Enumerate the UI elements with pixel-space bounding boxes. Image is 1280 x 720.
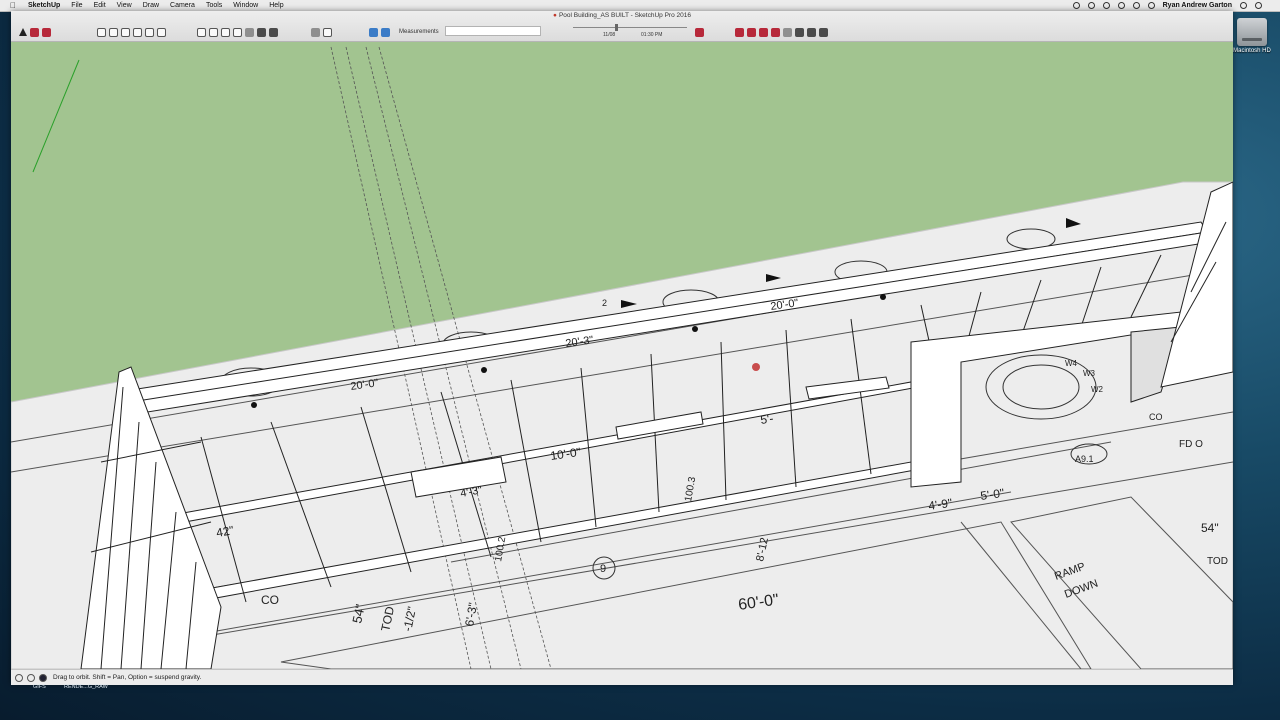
menu-window[interactable]: Window	[233, 2, 258, 9]
hiddenline-style-icon[interactable]	[233, 27, 242, 37]
toolbar-scene-group	[311, 26, 332, 38]
iso-view-icon[interactable]	[97, 27, 106, 37]
add-detail-icon[interactable]	[795, 27, 804, 37]
w2-label: W2	[1091, 385, 1104, 394]
user-name[interactable]: Ryan Andrew Garton	[1163, 2, 1232, 9]
toolbar-select-group	[19, 26, 51, 38]
hard-drive-icon	[1237, 18, 1267, 46]
select-tool-icon[interactable]	[19, 28, 27, 36]
menu-file[interactable]: File	[71, 2, 82, 9]
sandbox-contours-icon[interactable]	[735, 27, 744, 37]
spotlight-icon[interactable]	[1240, 2, 1247, 9]
window-title: ● Pool Building_AS BUILT - SketchUp Pro 2…	[11, 12, 1233, 19]
shaded-style-icon[interactable]	[245, 27, 254, 37]
shadow-time: 01:30 PM	[641, 32, 663, 38]
shadow-date-slider[interactable]	[573, 24, 687, 31]
fdo-label: FD O	[1179, 439, 1203, 450]
timemachine-icon[interactable]	[1102, 2, 1110, 9]
title-bar: ● Pool Building_AS BUILT - SketchUp Pro 2…	[11, 11, 1233, 42]
toolbar-views-group	[97, 26, 166, 38]
desktop-folder-render[interactable]: RENDE...G_RAW	[64, 684, 108, 690]
top-view-icon[interactable]	[109, 27, 118, 37]
menu-edit[interactable]: Edit	[94, 2, 106, 9]
model-canvas[interactable]: 60'-0" 54" 54" TOD -1/2" 6'-3" 100.2 100…	[11, 42, 1233, 669]
measurements-input[interactable]	[445, 26, 541, 36]
menu-app[interactable]: SketchUp	[28, 2, 60, 9]
model-info-icon[interactable]	[311, 27, 320, 37]
right-view-icon[interactable]	[133, 27, 142, 37]
stamp-icon[interactable]	[771, 27, 780, 37]
toolbar-extension-group	[695, 26, 704, 38]
warehouse-icon[interactable]	[819, 27, 828, 37]
a9-label: A9.1	[1075, 454, 1094, 464]
back-view-icon[interactable]	[145, 27, 154, 37]
model-viewport[interactable]: 60'-0" 54" 54" TOD -1/2" 6'-3" 100.2 100…	[11, 42, 1233, 669]
w3-label: W3	[1083, 369, 1096, 378]
xray-style-icon[interactable]	[197, 27, 206, 37]
macintosh-hd-icon[interactable]: Macintosh HD	[1232, 16, 1272, 64]
paint-tool-icon[interactable]	[42, 27, 51, 37]
co-label-b: CO	[1149, 412, 1163, 422]
co-label-a: CO	[261, 593, 279, 607]
measurements-label: Measurements	[399, 29, 439, 35]
backedges-style-icon[interactable]	[209, 27, 218, 37]
status-hint: Drag to orbit. Shift = Pan, Option = sus…	[53, 674, 202, 681]
dropbox-icon[interactable]	[1072, 2, 1080, 9]
extension-warehouse-icon[interactable]	[695, 27, 704, 37]
credits-icon[interactable]	[27, 673, 35, 682]
notifications-icon[interactable]	[1255, 2, 1262, 9]
drive-label: Macintosh HD	[1233, 48, 1271, 54]
toolbar-style-group	[197, 26, 278, 38]
w4-label: W4	[1065, 359, 1078, 368]
wireframe-style-icon[interactable]	[221, 27, 230, 37]
instructor-icon[interactable]	[39, 673, 47, 682]
orbit-cursor-icon	[752, 363, 760, 371]
record-icon[interactable]	[1087, 2, 1095, 9]
document-icon: ●	[553, 12, 557, 19]
battery-icon[interactable]	[1147, 2, 1155, 9]
callout-2: 2	[602, 298, 607, 308]
menu-tools[interactable]: Tools	[206, 2, 222, 9]
toolbar-undo-group	[369, 26, 390, 38]
callout-9: 9	[600, 563, 606, 575]
section-icon[interactable]	[323, 27, 332, 37]
sandbox-scratch-icon[interactable]	[747, 27, 756, 37]
undo-icon[interactable]	[369, 27, 378, 37]
front-view-icon[interactable]	[121, 27, 130, 37]
flip-edge-icon[interactable]	[807, 27, 816, 37]
menu-help[interactable]: Help	[269, 2, 283, 9]
redo-icon[interactable]	[381, 27, 390, 37]
toolbar-sandbox-group	[735, 26, 828, 38]
component-tool-icon[interactable]	[30, 27, 39, 37]
drape-icon[interactable]	[783, 27, 792, 37]
monochrome-style-icon[interactable]	[269, 27, 278, 37]
smoove-icon[interactable]	[759, 27, 768, 37]
volume-icon[interactable]	[1132, 2, 1140, 9]
geolocation-icon[interactable]	[15, 673, 23, 682]
wifi-icon[interactable]	[1117, 2, 1125, 9]
left-view-icon[interactable]	[157, 27, 166, 37]
dim-5: 5'-	[759, 411, 774, 427]
tod-label-2: TOD	[1207, 556, 1228, 567]
shadow-date-knob[interactable]	[615, 24, 618, 31]
status-bar: Drag to orbit. Shift = Pan, Option = sus…	[11, 669, 1233, 685]
shadow-date: 11/08	[603, 32, 616, 38]
sketchup-window: ● Pool Building_AS BUILT - SketchUp Pro 2…	[10, 11, 1233, 685]
desktop-folder-gifs[interactable]: GIFS	[33, 684, 46, 690]
textured-style-icon[interactable]	[257, 27, 266, 37]
menu-camera[interactable]: Camera	[170, 2, 195, 9]
menu-view[interactable]: View	[117, 2, 132, 9]
dim-54in-b: 54"	[1201, 521, 1219, 535]
window-title-text: Pool Building_AS BUILT - SketchUp Pro 20…	[558, 12, 691, 19]
apple-menu-icon[interactable]: 	[10, 1, 20, 10]
menu-draw[interactable]: Draw	[143, 2, 159, 9]
